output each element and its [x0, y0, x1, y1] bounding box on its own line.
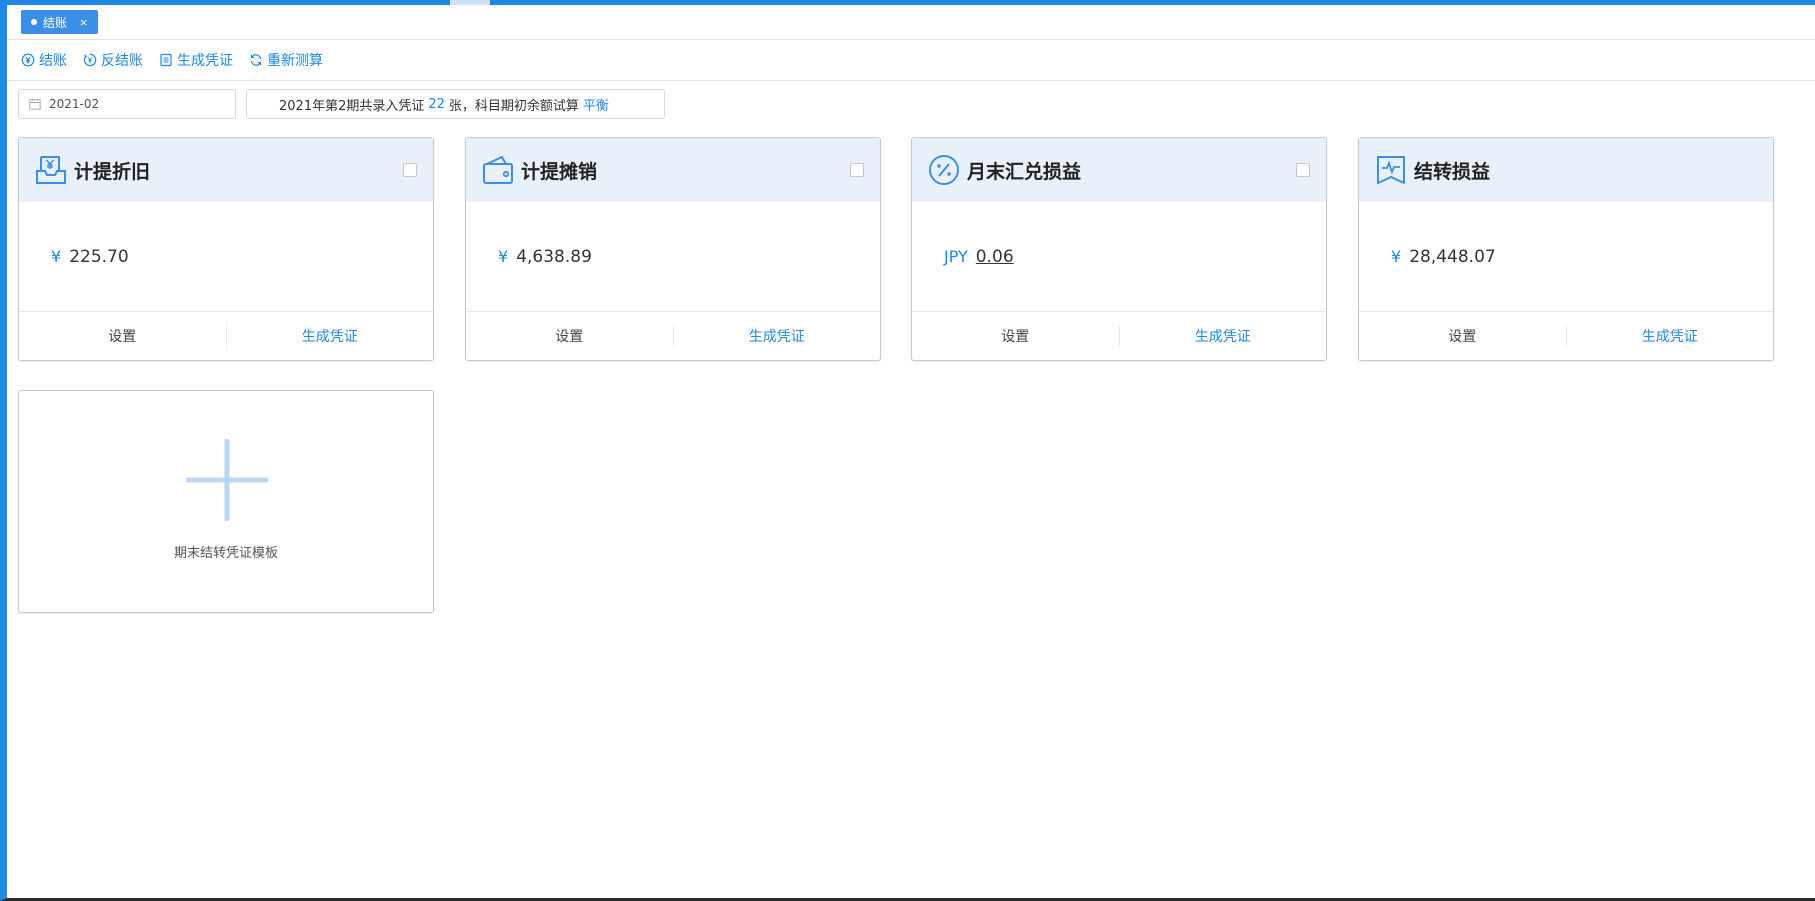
card-title: 结转损益: [1414, 160, 1491, 183]
close-account-button[interactable]: 结账: [21, 50, 67, 70]
balance-status-link[interactable]: 平衡: [583, 95, 609, 114]
card-exchange-gain-loss: 月末汇兑损益 JPY 0.06 设置 生成凭证: [911, 137, 1327, 361]
card-checkbox[interactable]: [850, 163, 864, 177]
period-picker[interactable]: 2021-02: [18, 89, 236, 119]
recalculate-label: 重新测算: [267, 53, 323, 69]
card-amount-area: ¥ 28,448.07: [1359, 202, 1773, 312]
tab-dot-icon: [31, 19, 37, 25]
amount-value[interactable]: 0.06: [976, 247, 1014, 267]
close-account-label: 结账: [39, 53, 67, 69]
summary-mid: 张，科目期初余额试算: [448, 98, 579, 114]
card-footer: 设置 生成凭证: [19, 312, 433, 360]
summary-prefix: 2021年第2期共录入凭证: [279, 98, 425, 114]
card-header: 月末汇兑损益: [912, 138, 1326, 202]
currency-symbol: JPY: [944, 247, 968, 266]
generate-voucher-link[interactable]: 生成凭证: [1120, 326, 1327, 346]
amount-value: 28,448.07: [1409, 246, 1496, 267]
amount-value: 225.70: [69, 246, 129, 267]
generate-voucher-button[interactable]: 生成凭证: [159, 50, 233, 70]
settings-button[interactable]: 设置: [1359, 326, 1567, 346]
period-summary: 2021年第2期共录入凭证 22 张，科目期初余额试算 平衡: [246, 89, 665, 119]
tab-label: 结账: [43, 15, 68, 30]
voucher-count-link[interactable]: 22: [428, 97, 445, 112]
plus-icon: [186, 439, 268, 521]
card-checkbox[interactable]: [403, 163, 417, 177]
add-template-label: 期末结转凭证模板: [173, 546, 278, 561]
card-amount-area: ¥ 225.70: [19, 202, 433, 312]
refresh-icon: [249, 53, 263, 67]
card-footer: 设置 生成凭证: [1359, 312, 1773, 360]
card-header: 计提摊销: [466, 138, 880, 202]
reverse-yen-icon: [83, 53, 97, 67]
settings-button[interactable]: 设置: [19, 326, 227, 346]
recalculate-button[interactable]: 重新测算: [249, 50, 323, 70]
currency-symbol: ¥: [1391, 247, 1402, 266]
card-title: 计提摊销: [521, 160, 598, 183]
voucher-icon: [159, 53, 173, 67]
reverse-close-button[interactable]: 反结账: [83, 50, 143, 70]
period-value: 2021-02: [49, 97, 100, 111]
card-title: 月末汇兑损益: [967, 160, 1082, 183]
yen-circle-icon: [21, 53, 35, 67]
generate-voucher-link[interactable]: 生成凭证: [674, 326, 881, 346]
card-amount-area: ¥ 4,638.89: [466, 202, 880, 312]
settings-button[interactable]: 设置: [466, 326, 674, 346]
calendar-icon: [29, 98, 41, 110]
tab-bar: 结账 ×: [7, 5, 1815, 40]
add-template-card[interactable]: 期末结转凭证模板: [18, 390, 434, 613]
reverse-close-label: 反结账: [101, 53, 143, 69]
wallet-icon: [482, 154, 514, 186]
tab-close-icon[interactable]: ×: [79, 16, 88, 29]
pulse-flag-icon: [1375, 154, 1407, 186]
card-title: 计提折旧: [74, 160, 151, 183]
card-header: 结转损益: [1359, 138, 1773, 202]
toolbar: 结账 反结账 生成凭证 重新测算: [7, 40, 1815, 81]
generate-voucher-link[interactable]: 生成凭证: [227, 326, 434, 346]
card-amortization: 计提摊销 ¥ 4,638.89 设置 生成凭证: [465, 137, 881, 361]
card-checkbox[interactable]: [1296, 163, 1310, 177]
settings-button[interactable]: 设置: [912, 326, 1120, 346]
amount-value: 4,638.89: [516, 246, 592, 267]
currency-symbol: ¥: [51, 247, 62, 266]
generate-voucher-label: 生成凭证: [177, 53, 233, 69]
card-header: 计提折旧: [19, 138, 433, 202]
tab-close-account[interactable]: 结账 ×: [21, 10, 99, 34]
generate-voucher-link[interactable]: 生成凭证: [1567, 326, 1774, 346]
card-footer: 设置 生成凭证: [466, 312, 880, 360]
exchange-icon: [928, 154, 960, 186]
card-amount-area: JPY 0.06: [912, 202, 1326, 312]
inbox-yen-icon: [35, 154, 67, 186]
card-depreciation: 计提折旧 ¥ 225.70 设置 生成凭证: [18, 137, 434, 361]
currency-symbol: ¥: [498, 247, 509, 266]
card-profit-loss-transfer: 结转损益 ¥ 28,448.07 设置 生成凭证: [1358, 137, 1774, 361]
card-footer: 设置 生成凭证: [912, 312, 1326, 360]
